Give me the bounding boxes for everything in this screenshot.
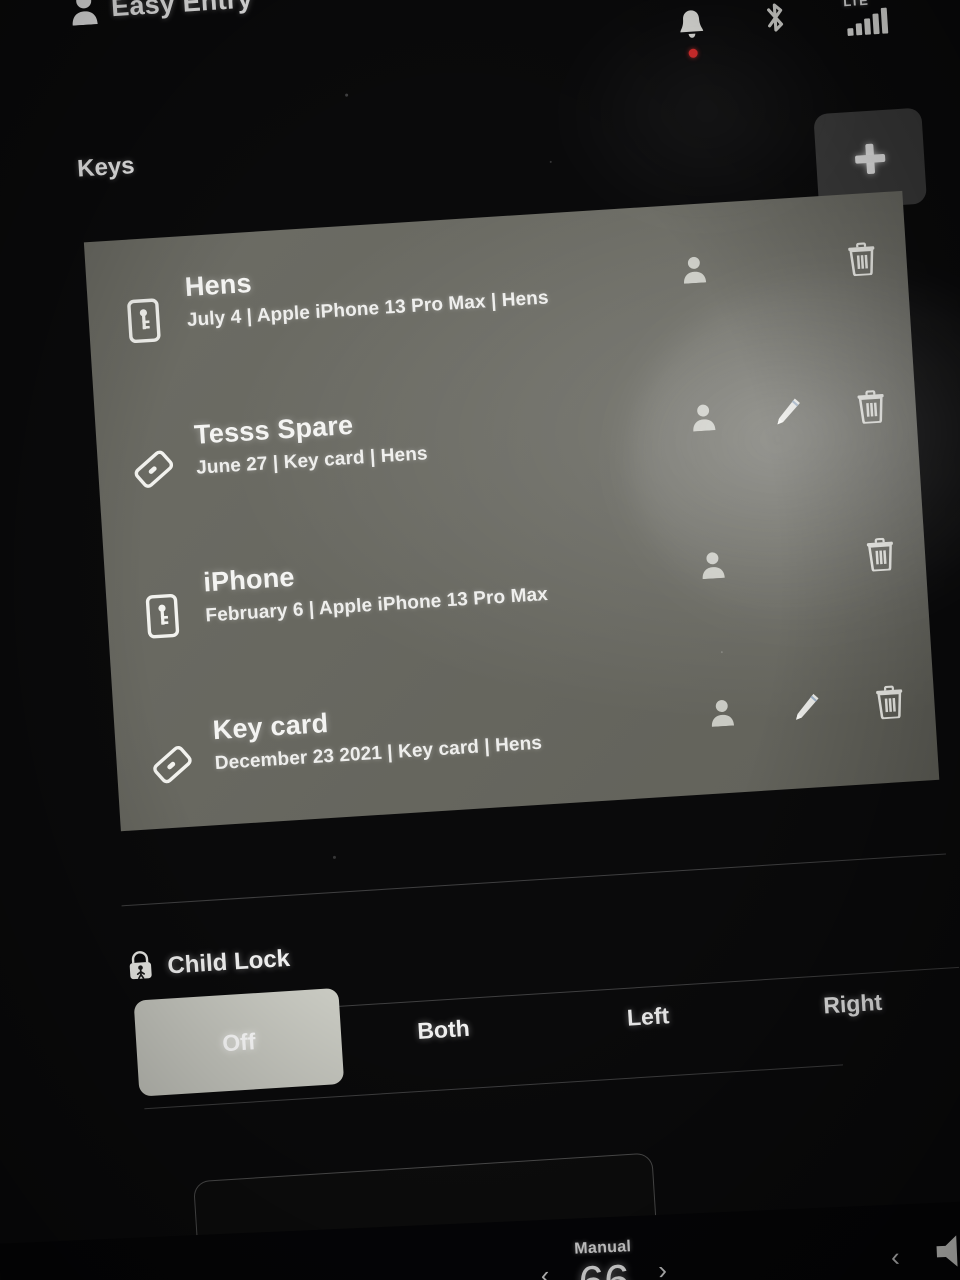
driver-profile-icon[interactable] [694,547,730,583]
section-divider [121,853,946,907]
key-item-text: Tesss Spare June 27 | Key card | Hens [193,405,428,479]
child-lock-padlock-icon [126,949,154,986]
person-icon [70,0,98,26]
network-type-label: LTE [842,0,869,10]
cellular-signal-icon[interactable]: LTE [843,0,893,36]
notification-badge-dot [688,48,698,59]
climate-temperature-value: 66 [578,1254,631,1280]
phone-key-icon [120,296,169,345]
child-lock-row-label: Child Lock [126,941,291,986]
top-status-bar: Easy Entry LTE [0,0,960,92]
edit-pencil-icon[interactable] [769,394,805,430]
chevron-right-icon[interactable]: › [658,1255,668,1280]
key-item-name: Tesss Spare [193,409,355,450]
key-item-actions [694,536,898,583]
plus-icon [854,143,886,175]
key-card-icon [129,444,178,493]
child-lock-option-both[interactable]: Both [338,975,549,1084]
vehicle-screen: Easy Entry LTE Keys Hens July 4 | Apple … [0,0,960,1280]
key-item-actions [676,241,880,288]
key-item-text: Key card December 23 2021 | Key card | H… [212,695,543,775]
key-item-meta: June 27 | Key card | Hens [195,443,429,479]
driver-profile-icon[interactable] [676,251,712,287]
dust-speck [720,651,723,654]
notification-bell-icon[interactable] [675,8,707,59]
child-lock-label: Child Lock [166,944,291,980]
status-icon-group: LTE [675,0,893,59]
driver-profile-icon[interactable] [704,694,740,730]
dust-speck [549,160,552,163]
dust-speck [345,93,349,97]
key-item-actions [685,388,889,435]
volume-speaker-icon[interactable] [933,1231,960,1276]
keys-list-card: Hens July 4 | Apple iPhone 13 Pro Max | … [83,190,940,832]
child-lock-option-right[interactable]: Right [747,949,958,1058]
keys-section-heading: Keys [76,152,136,183]
delete-trash-icon[interactable] [853,388,889,424]
bluetooth-icon[interactable] [761,0,790,41]
child-lock-option-off[interactable]: Off [133,987,345,1097]
key-card-icon [147,740,196,789]
chevron-left-icon[interactable]: ‹ [890,1241,900,1271]
dust-speck [332,855,337,859]
page-title: Easy Entry [110,0,254,23]
climate-control-group: ‹ Manual 66 › [539,1237,668,1280]
volume-control-group: ‹ › [890,1229,960,1278]
chevron-left-icon[interactable]: ‹ [540,1260,550,1280]
key-item-text: iPhone February 6 | Apple iPhone 13 Pro … [203,546,549,627]
climate-temperature[interactable]: Manual 66 [574,1238,634,1280]
delete-trash-icon[interactable] [843,241,879,277]
phone-key-icon [138,592,187,641]
edit-pencil-icon[interactable] [787,689,823,725]
child-lock-option-left[interactable]: Left [543,962,754,1071]
driver-profile-icon[interactable] [685,399,721,435]
driver-profile-button[interactable]: Easy Entry [70,0,253,26]
key-item-text: Hens July 4 | Apple iPhone 13 Pro Max | … [184,249,549,332]
delete-trash-icon[interactable] [862,536,898,572]
photographed-touchscreen: Easy Entry LTE Keys Hens July 4 | Apple … [0,0,960,1280]
delete-trash-icon[interactable] [871,684,907,720]
key-item-actions [704,684,908,731]
